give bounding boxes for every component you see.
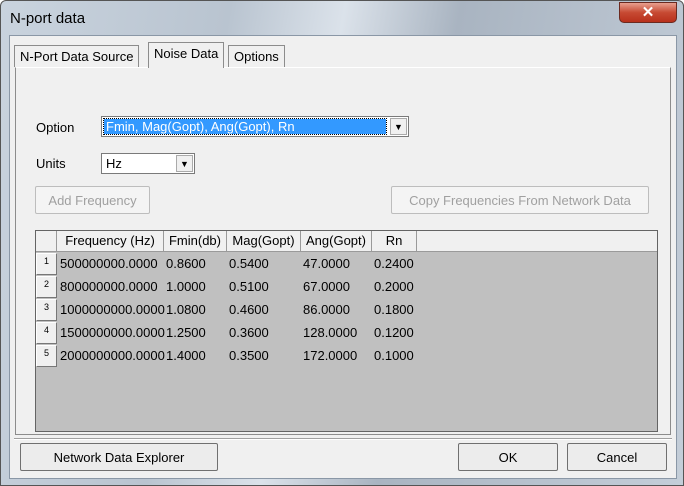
noise-data-table[interactable]: Frequency (Hz) Fmin(db) Mag(Gopt) Ang(Go… [35,230,658,432]
table-cell[interactable]: 86.0000 [301,299,350,321]
option-label: Option [36,120,75,135]
noise-data-panel: Option Fmin, Mag(Gopt), Ang(Gopt), Rn ▼ … [15,67,671,435]
tab-noise-data[interactable]: Noise Data [148,42,225,68]
column-header[interactable]: Rn [372,231,417,252]
table-cell[interactable]: 2000000000.0000 [58,345,165,367]
row-header[interactable]: 3 [36,299,57,321]
ok-button[interactable]: OK [458,443,558,471]
column-header[interactable]: Fmin(db) [164,231,227,252]
table-cell[interactable]: 1.2500 [164,322,206,344]
close-icon[interactable]: ✕ [619,2,677,23]
row-header[interactable]: 5 [36,345,57,367]
cancel-button[interactable]: Cancel [567,443,667,471]
column-header[interactable]: Ang(Gopt) [301,231,372,252]
table-cell[interactable]: 0.2000 [372,276,414,298]
table-cell[interactable]: 1.0800 [164,299,206,321]
table-cell[interactable]: 0.1000 [372,345,414,367]
empty-header [417,231,657,252]
row-header[interactable]: 2 [36,276,57,298]
dialog-window: N-port data ✕ N-Port Data Source Noise D… [0,0,684,486]
table-cell[interactable]: 67.0000 [301,276,350,298]
table-cell[interactable]: 1000000000.0000 [58,299,165,321]
table-cell[interactable]: 0.4600 [227,299,269,321]
table-cell[interactable]: 800000000.0000 [58,276,158,298]
column-header[interactable]: Frequency (Hz) [57,231,164,252]
table-cell[interactable]: 47.0000 [301,253,350,275]
corner-header [36,231,57,252]
row-header[interactable]: 1 [36,253,57,275]
row-header[interactable]: 4 [36,322,57,344]
column-header[interactable]: Mag(Gopt) [227,231,301,252]
table-cell[interactable]: 0.3600 [227,322,269,344]
units-value: Hz [106,156,122,171]
table-cell[interactable]: 0.5100 [227,276,269,298]
chevron-down-icon[interactable]: ▼ [176,155,193,172]
tab-n-port-data-source[interactable]: N-Port Data Source [14,45,140,67]
add-frequency-button[interactable]: Add Frequency [35,186,150,214]
table-cell[interactable]: 1.4000 [164,345,206,367]
table-cell[interactable]: 1500000000.0000 [58,322,165,344]
table-cell[interactable]: 0.1200 [372,322,414,344]
tab-options[interactable]: Options [228,45,285,67]
network-data-explorer-button[interactable]: Network Data Explorer [20,443,218,471]
option-value: Fmin, Mag(Gopt), Ang(Gopt), Rn [103,118,387,135]
table-cell[interactable]: 500000000.0000 [58,253,158,275]
table-cell[interactable]: 0.3500 [227,345,269,367]
table-cell[interactable]: 0.1800 [372,299,414,321]
table-cell[interactable]: 172.0000 [301,345,357,367]
table-cell[interactable]: 128.0000 [301,322,357,344]
separator [14,438,672,440]
option-select[interactable]: Fmin, Mag(Gopt), Ang(Gopt), Rn ▼ [101,116,409,137]
table-cell[interactable]: 0.5400 [227,253,269,275]
units-select[interactable]: Hz ▼ [101,153,195,174]
copy-frequencies-button[interactable]: Copy Frequencies From Network Data [391,186,649,214]
table-cell[interactable]: 0.2400 [372,253,414,275]
table-cell[interactable]: 1.0000 [164,276,206,298]
table-cell[interactable]: 0.8600 [164,253,206,275]
units-label: Units [36,156,66,171]
window-title: N-port data [10,10,86,27]
chevron-down-icon[interactable]: ▼ [390,118,407,135]
dialog-client: N-Port Data Source Noise Data Options Op… [9,35,677,479]
